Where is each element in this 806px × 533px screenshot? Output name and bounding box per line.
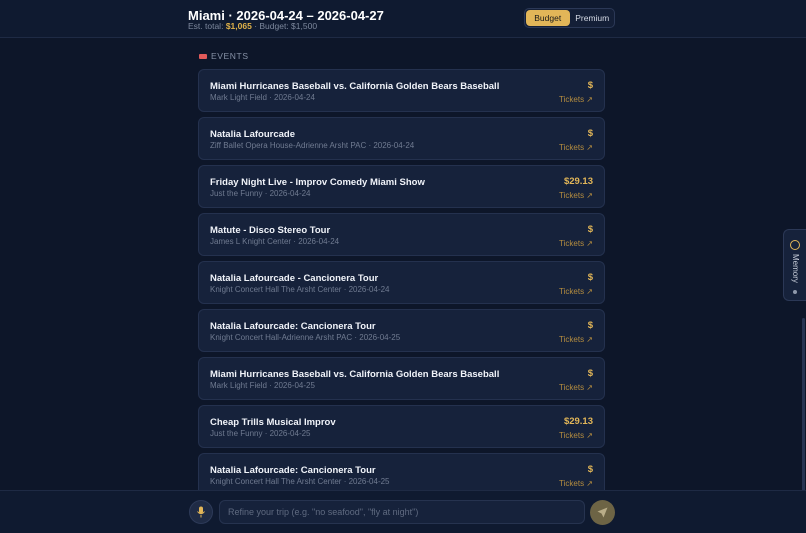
event-name: Natalia Lafourcade xyxy=(210,129,295,140)
event-meta: Mark Light Field · 2026-04-24 xyxy=(210,93,315,102)
event-card[interactable]: Miami Hurricanes Baseball vs. California… xyxy=(198,69,605,112)
event-meta: James L Knight Center · 2026-04-24 xyxy=(210,237,340,246)
event-price: $ xyxy=(587,464,593,475)
tickets-link[interactable]: Tickets ↗ xyxy=(559,431,593,440)
event-meta: Knight Concert Hall The Arsht Center · 2… xyxy=(210,285,390,294)
status-dot-icon xyxy=(793,290,797,294)
event-meta: Ziff Ballet Opera House-Adrienne Arsht P… xyxy=(210,141,415,150)
refine-input[interactable] xyxy=(219,500,585,524)
tickets-link[interactable]: Tickets ↗ xyxy=(559,239,593,248)
event-name: Matute - Disco Stereo Tour xyxy=(210,225,331,236)
tickets-link[interactable]: Tickets ↗ xyxy=(559,335,593,344)
event-price: $ xyxy=(587,272,593,283)
event-meta: Just the Funny · 2026-04-25 xyxy=(210,429,311,438)
send-button[interactable] xyxy=(590,500,615,525)
event-price: $ xyxy=(587,128,593,139)
event-name: Friday Night Live - Improv Comedy Miami … xyxy=(210,177,425,188)
send-icon xyxy=(597,507,608,518)
trip-summary: Est. total: $1,065 · Budget: $1,500 xyxy=(188,21,317,31)
event-meta: Just the Funny · 2026-04-24 xyxy=(210,189,311,198)
memory-label: Memory xyxy=(791,254,800,283)
event-card[interactable]: Cheap Trills Musical Improv Just the Funn… xyxy=(198,405,605,448)
tickets-link[interactable]: Tickets ↗ xyxy=(559,287,593,296)
estimate-label: Est. total: xyxy=(188,21,224,31)
ticket-icon xyxy=(199,53,207,59)
event-card[interactable]: Matute - Disco Stereo Tour James L Knight… xyxy=(198,213,605,256)
memory-tab[interactable]: Memory xyxy=(783,229,806,301)
event-price: $ xyxy=(587,224,593,235)
event-price: $ xyxy=(587,368,593,379)
event-name: Miami Hurricanes Baseball vs. California… xyxy=(210,81,500,92)
event-meta: Knight Concert Hall-Adrienne Arsht PAC ·… xyxy=(210,333,401,342)
estimate-total: $1,065 xyxy=(225,21,252,31)
event-card[interactable]: Natalia Lafourcade: Cancionera Tour Knigh… xyxy=(198,309,605,352)
scrollbar[interactable] xyxy=(802,318,805,518)
event-card[interactable]: Natalia Lafourcade - Cancionera Tour Knig… xyxy=(198,261,605,304)
tickets-link[interactable]: Tickets ↗ xyxy=(559,191,593,200)
event-price: $29.13 xyxy=(563,176,593,187)
tickets-link[interactable]: Tickets ↗ xyxy=(559,383,593,392)
event-price: $29.13 xyxy=(563,416,593,427)
trip-header: Miami · 2026-04-24 – 2026-04-27 Est. tot… xyxy=(0,0,806,38)
budget-text: · Budget: $1,500 xyxy=(254,21,318,31)
mic-button[interactable] xyxy=(189,500,213,524)
event-card[interactable]: Friday Night Live - Improv Comedy Miami … xyxy=(198,165,605,208)
event-name: Natalia Lafourcade: Cancionera Tour xyxy=(210,321,376,332)
event-name: Miami Hurricanes Baseball vs. California… xyxy=(210,369,500,380)
events-label-text: EVENTS xyxy=(211,51,249,61)
event-card[interactable]: Natalia Lafourcade Ziff Ballet Opera Hous… xyxy=(198,117,605,160)
tickets-link[interactable]: Tickets ↗ xyxy=(559,143,593,152)
event-meta: Mark Light Field · 2026-04-25 xyxy=(210,381,315,390)
tickets-link[interactable]: Tickets ↗ xyxy=(559,95,593,104)
clock-icon xyxy=(790,240,800,250)
composer-bar xyxy=(0,490,806,533)
event-name: Cheap Trills Musical Improv xyxy=(210,417,336,428)
event-price: $ xyxy=(587,320,593,331)
event-name: Natalia Lafourcade: Cancionera Tour xyxy=(210,465,376,476)
tier-toggle: Budget Premium xyxy=(524,8,615,28)
event-card[interactable]: Miami Hurricanes Baseball vs. California… xyxy=(198,357,605,400)
event-name: Natalia Lafourcade - Cancionera Tour xyxy=(210,273,379,284)
event-meta: Knight Concert Hall The Arsht Center · 2… xyxy=(210,477,390,486)
premium-option[interactable]: Premium xyxy=(571,9,615,27)
events-section-label: EVENTS xyxy=(199,51,249,61)
event-price: $ xyxy=(587,80,593,91)
budget-option[interactable]: Budget xyxy=(526,10,570,26)
tickets-link[interactable]: Tickets ↗ xyxy=(559,479,593,488)
microphone-icon xyxy=(197,506,205,518)
